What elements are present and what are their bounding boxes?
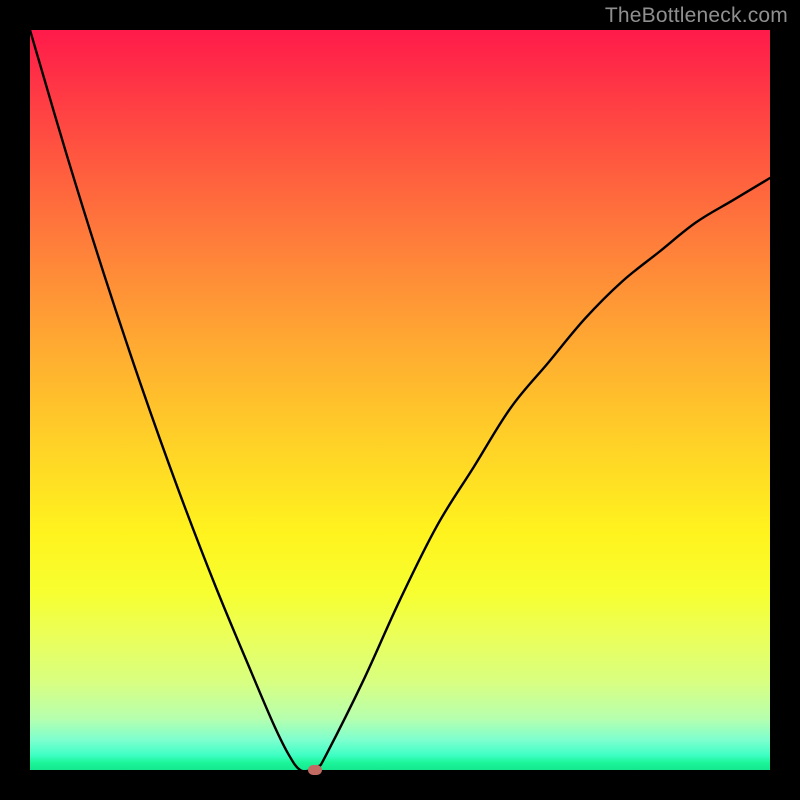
watermark-text: TheBottleneck.com bbox=[605, 4, 788, 28]
curve-svg bbox=[30, 30, 770, 770]
bottleneck-curve bbox=[30, 30, 770, 770]
chart-frame: TheBottleneck.com bbox=[0, 0, 800, 800]
minimum-marker bbox=[308, 765, 322, 775]
plot-area bbox=[30, 30, 770, 770]
